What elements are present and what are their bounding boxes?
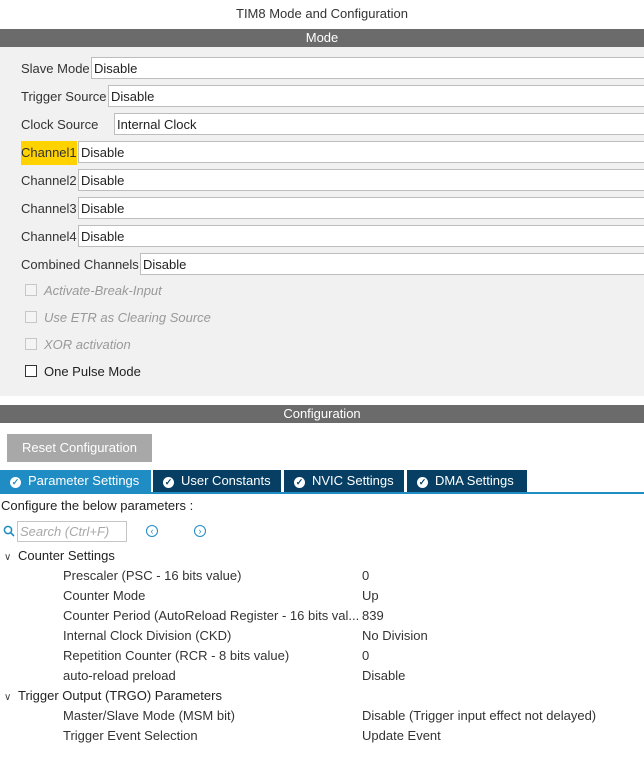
- tab-underline: [0, 492, 644, 494]
- param-name: Trigger Event Selection: [63, 728, 198, 743]
- channel2-row: Channel2 Disable: [0, 169, 644, 193]
- group-counter-settings[interactable]: ∨ Counter Settings: [0, 546, 115, 566]
- channel2-label: Channel2: [21, 173, 77, 188]
- trigger-source-select[interactable]: Disable: [108, 85, 644, 107]
- channel3-row: Channel3 Disable: [0, 197, 644, 221]
- configure-instructions: Configure the below parameters :: [1, 498, 194, 513]
- chevron-right-icon: ›: [198, 526, 202, 536]
- param-row[interactable]: Prescaler (PSC - 16 bits value) 0: [0, 566, 644, 586]
- slave-mode-row: Slave Mode Disable: [0, 57, 644, 81]
- group-label: Counter Settings: [18, 548, 115, 563]
- search-next-button[interactable]: ›: [194, 525, 206, 537]
- param-row[interactable]: Master/Slave Mode (MSM bit) Disable (Tri…: [0, 706, 644, 726]
- channel1-select[interactable]: Disable: [78, 141, 644, 163]
- use-etr-clearing-label: Use ETR as Clearing Source: [44, 310, 211, 325]
- search-input[interactable]: [17, 521, 127, 542]
- combined-channels-label: Combined Channels: [21, 257, 139, 272]
- combined-channels-row: Combined Channels Disable: [0, 253, 644, 277]
- param-value[interactable]: Disable: [362, 666, 405, 686]
- param-name: Internal Clock Division (CKD): [63, 628, 232, 643]
- mode-header: Mode: [0, 29, 644, 47]
- checkbox-box[interactable]: [25, 365, 37, 377]
- configuration-header: Configuration: [0, 405, 644, 423]
- group-trigger-output[interactable]: ∨ Trigger Output (TRGO) Parameters: [0, 686, 222, 706]
- checkbox-box[interactable]: [25, 338, 37, 350]
- reset-configuration-button[interactable]: Reset Configuration: [7, 434, 152, 462]
- combined-channels-select[interactable]: Disable: [140, 253, 644, 275]
- chevron-left-icon: ‹: [150, 526, 154, 536]
- param-value[interactable]: Up: [362, 586, 379, 606]
- clock-source-row: Clock Source Internal Clock: [0, 113, 644, 137]
- xor-activation-label: XOR activation: [44, 337, 131, 352]
- param-row[interactable]: auto-reload preload Disable: [0, 666, 644, 686]
- slave-mode-select[interactable]: Disable: [91, 57, 644, 79]
- tab-nvic-settings[interactable]: ✓ NVIC Settings: [284, 470, 404, 492]
- group-label: Trigger Output (TRGO) Parameters: [18, 688, 222, 703]
- search-previous-button[interactable]: ‹: [146, 525, 158, 537]
- param-name: Master/Slave Mode (MSM bit): [63, 708, 235, 723]
- param-value[interactable]: 0: [362, 646, 369, 666]
- one-pulse-mode-checkbox[interactable]: One Pulse Mode: [25, 362, 141, 382]
- param-name: Repetition Counter (RCR - 8 bits value): [63, 648, 290, 663]
- channel2-select[interactable]: Disable: [78, 169, 644, 191]
- param-row[interactable]: Counter Period (AutoReload Register - 16…: [0, 606, 644, 626]
- search-icon: [3, 525, 15, 537]
- channel4-row: Channel4 Disable: [0, 225, 644, 249]
- tab-user-constants[interactable]: ✓ User Constants: [153, 470, 281, 492]
- check-circle-icon: ✓: [294, 477, 305, 488]
- clock-source-select[interactable]: Internal Clock: [114, 113, 644, 135]
- param-name: Counter Mode: [63, 588, 146, 603]
- channel1-label: Channel1: [21, 141, 77, 165]
- param-row[interactable]: Trigger Event Selection Update Event: [0, 726, 644, 746]
- search-bar: ‹ ›: [0, 520, 300, 544]
- channel3-select[interactable]: Disable: [78, 197, 644, 219]
- chevron-down-icon: ∨: [4, 552, 12, 563]
- checkbox-box[interactable]: [25, 284, 37, 296]
- param-name: Counter Period (AutoReload Register - 16…: [63, 608, 358, 623]
- param-row[interactable]: Internal Clock Division (CKD) No Divisio…: [0, 626, 644, 646]
- channel4-label: Channel4: [21, 229, 77, 244]
- param-value[interactable]: Update Event: [362, 726, 441, 746]
- use-etr-clearing-checkbox[interactable]: Use ETR as Clearing Source: [25, 308, 211, 328]
- xor-activation-checkbox[interactable]: XOR activation: [25, 335, 131, 355]
- param-value[interactable]: No Division: [362, 626, 428, 646]
- trigger-source-row: Trigger Source Disable: [0, 85, 644, 109]
- channel1-row: Channel1 Disable: [0, 141, 644, 165]
- chevron-down-icon: ∨: [4, 692, 12, 703]
- param-row[interactable]: Counter Mode Up: [0, 586, 644, 606]
- channel3-label: Channel3: [21, 201, 77, 216]
- checkbox-box[interactable]: [25, 311, 37, 323]
- one-pulse-mode-label: One Pulse Mode: [44, 364, 141, 379]
- param-name: auto-reload preload: [63, 668, 176, 683]
- check-circle-icon: ✓: [163, 477, 174, 488]
- window-title: TIM8 Mode and Configuration: [236, 6, 408, 21]
- tab-dma-settings[interactable]: ✓ DMA Settings: [407, 470, 527, 492]
- tab-label: Parameter Settings: [28, 473, 140, 488]
- trigger-source-label: Trigger Source: [21, 89, 107, 104]
- tab-label: DMA Settings: [435, 473, 514, 488]
- check-circle-icon: ✓: [10, 477, 21, 488]
- param-row[interactable]: Repetition Counter (RCR - 8 bits value) …: [0, 646, 644, 666]
- activate-break-input-checkbox[interactable]: Activate-Break-Input: [25, 281, 162, 301]
- param-value[interactable]: 839: [362, 606, 384, 626]
- param-value[interactable]: 0: [362, 566, 369, 586]
- tab-label: NVIC Settings: [312, 473, 394, 488]
- config-tabs: ✓ Parameter Settings ✓ User Constants ✓ NVI…: [0, 470, 644, 492]
- check-circle-icon: ✓: [417, 477, 428, 488]
- tab-label: User Constants: [181, 473, 271, 488]
- param-name: Prescaler (PSC - 16 bits value): [63, 568, 242, 583]
- channel4-select[interactable]: Disable: [78, 225, 644, 247]
- slave-mode-label: Slave Mode: [21, 61, 90, 76]
- param-value[interactable]: Disable (Trigger input effect not delaye…: [362, 706, 596, 726]
- activate-break-input-label: Activate-Break-Input: [44, 283, 162, 298]
- tab-parameter-settings[interactable]: ✓ Parameter Settings: [0, 470, 151, 492]
- clock-source-label: Clock Source: [21, 117, 99, 132]
